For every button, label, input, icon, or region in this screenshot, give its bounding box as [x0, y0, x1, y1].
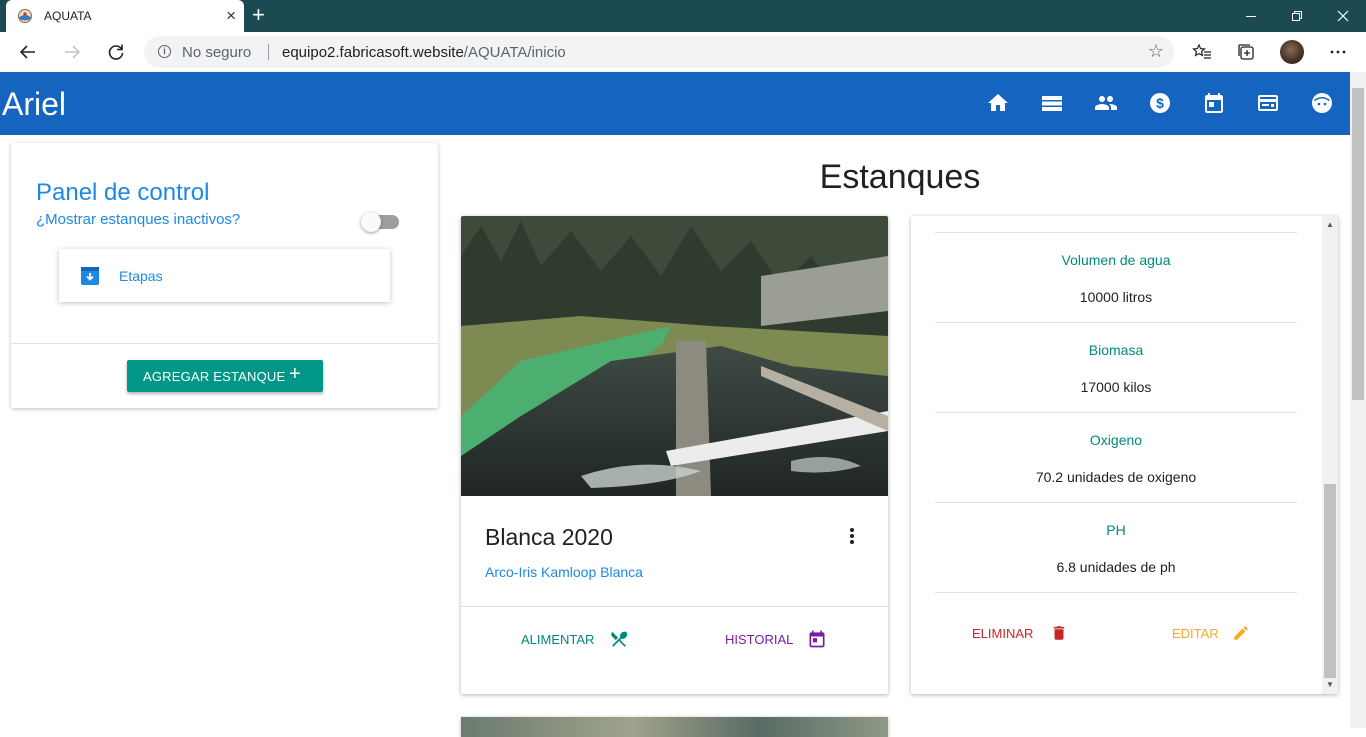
browser-titlebar: AQUATA × +: [0, 0, 1366, 32]
detail-scroll-thumb[interactable]: [1324, 484, 1336, 678]
control-panel: Panel de control ¿Mostrar estanques inac…: [11, 143, 438, 408]
field-label-ph: PH: [1106, 522, 1126, 538]
browser-tab[interactable]: AQUATA ×: [6, 0, 244, 32]
delete-label: ELIMINAR: [972, 626, 1034, 641]
feed-button[interactable]: ALIMENTAR: [521, 631, 628, 647]
detail-divider: [935, 232, 1297, 233]
collections-icon[interactable]: [1234, 40, 1258, 64]
svg-text:$: $: [1156, 95, 1164, 111]
add-pond-button[interactable]: AGREGAR ESTANQUE +: [127, 360, 323, 392]
forward-icon[interactable]: [60, 40, 84, 64]
feed-label: ALIMENTAR: [521, 632, 595, 647]
url-text[interactable]: equipo2.fabricasoft.website/AQUATA/inici…: [282, 44, 566, 61]
panel-title: Panel de control: [36, 179, 210, 206]
field-value-oxygen: 70.2 unidades de oxigeno: [1035, 469, 1197, 485]
next-pond-card[interactable]: [461, 717, 888, 737]
switch-thumb: [361, 212, 381, 232]
browser-toolbar: i No seguro equipo2.fabricasoft.website/…: [0, 32, 1366, 73]
list-icon[interactable]: [1040, 91, 1064, 115]
omnibox-separator: [268, 44, 269, 60]
app-bar: Ariel $: [0, 72, 1350, 135]
field-value-volume: 10000 litros: [1079, 289, 1153, 305]
panel-divider: [11, 343, 438, 344]
star-icon[interactable]: ☆: [1148, 41, 1164, 62]
field-label-volume: Volumen de agua: [1061, 252, 1171, 268]
edit-label: EDITAR: [1172, 626, 1219, 641]
profile-avatar[interactable]: [1280, 40, 1304, 64]
back-icon[interactable]: [16, 40, 40, 64]
minimize-icon[interactable]: [1228, 2, 1274, 30]
page-scroll-thumb[interactable]: [1352, 88, 1364, 400]
scroll-down-icon[interactable]: ▼: [1322, 678, 1338, 692]
pond-card: Blanca 2020 Arco-Iris Kamloop Blanca ALI…: [461, 216, 888, 694]
main-content: Panel de control ¿Mostrar estanques inac…: [0, 135, 1350, 737]
url-domain: equipo2.fabricasoft.website: [282, 44, 464, 61]
home-icon[interactable]: [986, 91, 1010, 115]
detail-divider: [935, 322, 1297, 323]
utensils-icon: [611, 631, 628, 647]
field-label-oxygen: Oxigeno: [1089, 432, 1143, 448]
tab-close-icon[interactable]: ×: [226, 7, 236, 24]
face-icon[interactable]: [1310, 91, 1334, 115]
pond-detail-card: Volumen de agua 10000 litros Biomasa 170…: [911, 216, 1338, 694]
detail-divider: [935, 502, 1297, 503]
field-label-biomass: Biomasa: [1088, 342, 1144, 358]
section-title: Estanques: [819, 158, 981, 196]
dollar-icon[interactable]: $: [1148, 91, 1172, 115]
trash-icon: [1053, 626, 1065, 640]
address-bar[interactable]: i No seguro equipo2.fabricasoft.website/…: [144, 36, 1174, 68]
new-tab-button[interactable]: +: [252, 4, 265, 26]
reload-icon[interactable]: [104, 40, 128, 64]
calendar-icon[interactable]: [1202, 91, 1226, 115]
favorites-icon[interactable]: [1190, 40, 1214, 64]
etapas-label: Etapas: [119, 268, 163, 284]
close-window-icon[interactable]: [1320, 2, 1366, 30]
pencil-icon: [1234, 626, 1248, 640]
field-value-biomass: 17000 kilos: [1080, 379, 1152, 395]
scroll-up-icon[interactable]: ▲: [1322, 218, 1338, 232]
history-label: HISTORIAL: [725, 632, 794, 647]
security-label: No seguro: [182, 44, 252, 61]
people-icon[interactable]: [1094, 91, 1118, 115]
delete-button[interactable]: ELIMINAR: [972, 626, 1065, 641]
archive-down-icon: [81, 267, 99, 285]
detail-divider: [935, 592, 1297, 593]
inactive-toggle-switch[interactable]: [361, 212, 399, 232]
etapas-item[interactable]: Etapas: [59, 249, 390, 302]
card-icon[interactable]: [1256, 91, 1280, 115]
plus-icon: +: [289, 363, 301, 385]
pond-photo[interactable]: [461, 216, 888, 496]
more-icon[interactable]: [1326, 40, 1350, 64]
more-vert-icon[interactable]: [843, 526, 861, 546]
pond-species: Arco-Iris Kamloop Blanca: [485, 564, 643, 580]
brand-title[interactable]: Ariel: [2, 86, 66, 122]
restore-icon[interactable]: [1274, 2, 1320, 30]
aquata-favicon-icon: [18, 9, 32, 23]
page-scrollbar[interactable]: [1350, 72, 1366, 728]
pond-name: Blanca 2020: [485, 524, 613, 550]
detail-divider: [935, 412, 1297, 413]
add-pond-label: AGREGAR ESTANQUE: [143, 369, 286, 384]
card-divider: [461, 606, 888, 607]
tab-title: AQUATA: [44, 9, 92, 23]
inactive-toggle-label: ¿Mostrar estanques inactivos?: [36, 211, 241, 228]
field-value-ph: 6.8 unidades de ph: [1056, 559, 1176, 575]
history-button[interactable]: HISTORIAL: [725, 630, 825, 648]
detail-scrollbar[interactable]: ▲ ▼: [1322, 216, 1338, 694]
info-icon[interactable]: i: [158, 45, 171, 58]
calendar-icon: [809, 630, 825, 648]
url-path: /AQUATA/inicio: [463, 44, 566, 61]
edit-button[interactable]: EDITAR: [1172, 626, 1248, 641]
